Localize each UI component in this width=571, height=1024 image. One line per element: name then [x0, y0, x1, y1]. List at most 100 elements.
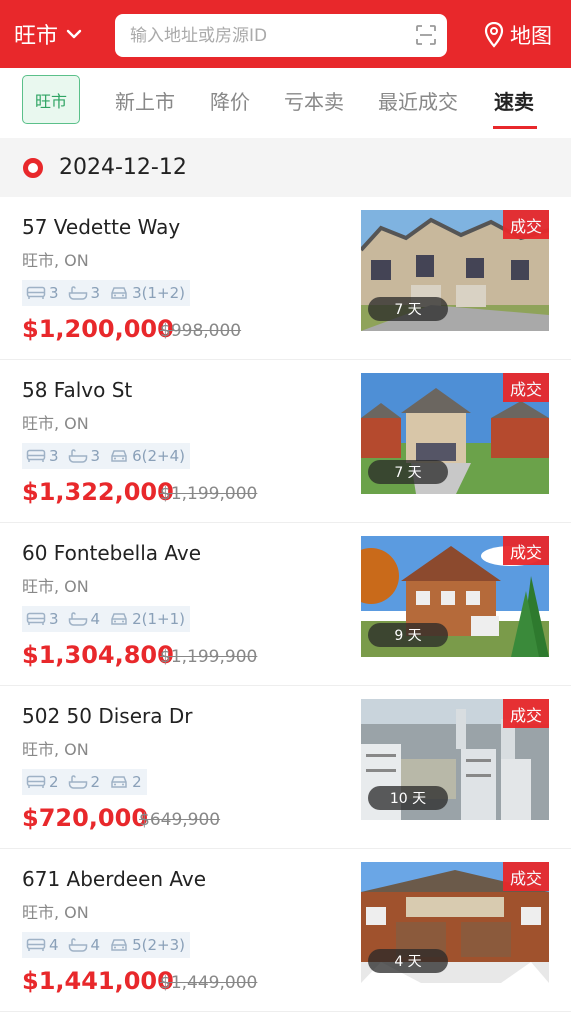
list-price: $1,199,000 — [160, 484, 258, 504]
listing-card[interactable]: 60 Fontebella Ave 旺市, ON 3 4 2(1+1) $1,3… — [0, 523, 571, 686]
car-icon — [111, 287, 127, 299]
listing-city: 旺市, ON — [22, 577, 89, 596]
bedrooms-count: 3 — [49, 610, 59, 628]
listing-address[interactable]: 57 Vedette Way — [22, 215, 180, 239]
listing-photo[interactable]: 成交 4 天 — [361, 862, 549, 983]
parking-count: 6(2+4) — [132, 447, 185, 465]
search-input[interactable] — [130, 25, 400, 46]
tab-recent-sold[interactable]: 最近成交 — [378, 86, 458, 115]
bathtub-icon — [68, 775, 87, 789]
car-icon — [111, 450, 127, 462]
listing-photo[interactable]: 成交 7 天 — [361, 373, 549, 494]
bathrooms-count: 4 — [90, 936, 101, 954]
scan-icon[interactable] — [415, 24, 437, 46]
bathrooms-count: 3 — [90, 447, 101, 465]
listing-photo[interactable]: 成交 7 天 — [361, 210, 549, 331]
parking-count: 2 — [132, 773, 142, 791]
search-box[interactable] — [115, 14, 447, 57]
listing-specs: 3 3 3(1+2) — [22, 280, 190, 306]
map-button[interactable]: 地图 — [484, 20, 552, 50]
listing-city: 旺市, ON — [22, 740, 89, 759]
tab-price-drop[interactable]: 降价 — [210, 86, 250, 115]
tab-quick-sale[interactable]: 速卖 — [494, 86, 534, 115]
sold-badge: 成交 — [503, 536, 549, 565]
bedrooms: 3 — [22, 606, 64, 632]
bed-icon — [26, 938, 46, 951]
car-icon — [111, 613, 127, 625]
bathrooms-count: 2 — [90, 773, 101, 791]
listing-specs: 3 4 2(1+1) — [22, 606, 190, 632]
parking: 2 — [105, 769, 147, 795]
listing-photo[interactable]: 成交 9 天 — [361, 536, 549, 657]
parking-count: 2(1+1) — [132, 610, 185, 628]
parking: 2(1+1) — [105, 606, 190, 632]
date-marker-icon — [23, 157, 43, 178]
days-on-market-badge: 9 天 — [368, 623, 448, 647]
listing-photo[interactable]: 成交 10 天 — [361, 699, 549, 820]
list-price: $649,900 — [139, 810, 221, 830]
parking-count: 5(2+3) — [132, 936, 185, 954]
parking: 3(1+2) — [105, 280, 190, 306]
sold-price: $1,441,000 — [22, 967, 174, 995]
bathtub-icon — [68, 449, 87, 463]
filter-tabs: 旺市 新上市 降价 亏本卖 最近成交 速卖 — [0, 68, 571, 138]
listing-address[interactable]: 671 Aberdeen Ave — [22, 867, 206, 891]
listing-city: 旺市, ON — [22, 251, 89, 270]
listing-card[interactable]: 58 Falvo St 旺市, ON 3 3 6(2+4) $1,322,000… — [0, 360, 571, 523]
bathrooms: 3 — [63, 443, 106, 469]
listing-address[interactable]: 58 Falvo St — [22, 378, 132, 402]
sold-badge: 成交 — [503, 373, 549, 402]
sold-price: $1,304,800 — [22, 641, 174, 669]
days-on-market-badge: 10 天 — [368, 786, 448, 810]
list-price: $1,449,000 — [160, 973, 258, 993]
city-selector[interactable]: 旺市 — [14, 18, 110, 50]
listing-card[interactable]: 57 Vedette Way 旺市, ON 3 3 3(1+2) $1,200,… — [0, 197, 571, 360]
listing-card[interactable]: 671 Aberdeen Ave 旺市, ON 4 4 5(2+3) $1,44… — [0, 849, 571, 1012]
listing-city: 旺市, ON — [22, 903, 89, 922]
bathrooms-count: 3 — [90, 284, 101, 302]
days-on-market-badge: 4 天 — [368, 949, 448, 973]
bedrooms-count: 3 — [49, 284, 59, 302]
bedrooms: 3 — [22, 280, 64, 306]
city-label: 旺市 — [14, 24, 59, 49]
location-pin-icon — [484, 22, 504, 48]
map-label: 地图 — [510, 24, 552, 48]
car-icon — [111, 939, 127, 951]
days-on-market-badge: 7 天 — [368, 297, 448, 321]
listing-card[interactable]: 502 50 Disera Dr 旺市, ON 2 2 2 $720,000 $… — [0, 686, 571, 849]
tab-region[interactable]: 旺市 — [22, 75, 80, 124]
parking: 5(2+3) — [105, 932, 190, 958]
sold-price: $720,000 — [22, 804, 149, 832]
sold-badge: 成交 — [503, 210, 549, 239]
listing-address[interactable]: 60 Fontebella Ave — [22, 541, 201, 565]
days-on-market-badge: 7 天 — [368, 460, 448, 484]
sold-price: $1,200,000 — [22, 315, 174, 343]
bathrooms: 3 — [63, 280, 106, 306]
bedrooms: 4 — [22, 932, 64, 958]
top-bar: 旺市 地图 — [0, 0, 571, 68]
list-price: $1,199,900 — [160, 647, 258, 667]
listing-address[interactable]: 502 50 Disera Dr — [22, 704, 192, 728]
bathtub-icon — [68, 286, 87, 300]
list-price: $998,000 — [160, 321, 242, 341]
bathtub-icon — [68, 612, 87, 626]
bedrooms-count: 3 — [49, 447, 59, 465]
date-header: 2024-12-12 — [0, 138, 571, 197]
tab-new-listings[interactable]: 新上市 — [115, 86, 175, 115]
date-label: 2024-12-12 — [59, 155, 187, 180]
active-tab-indicator — [493, 126, 537, 129]
listing-specs: 2 2 2 — [22, 769, 147, 795]
bathrooms: 2 — [63, 769, 106, 795]
bed-icon — [26, 612, 46, 625]
tab-loss-sale[interactable]: 亏本卖 — [284, 86, 344, 115]
bed-icon — [26, 775, 46, 788]
parking: 6(2+4) — [105, 443, 190, 469]
sold-badge: 成交 — [503, 699, 549, 728]
listing-specs: 4 4 5(2+3) — [22, 932, 190, 958]
chevron-down-icon — [66, 29, 82, 39]
bedrooms: 2 — [22, 769, 64, 795]
listing-city: 旺市, ON — [22, 414, 89, 433]
car-icon — [111, 776, 127, 788]
bathrooms: 4 — [63, 932, 106, 958]
bedrooms-count: 2 — [49, 773, 59, 791]
